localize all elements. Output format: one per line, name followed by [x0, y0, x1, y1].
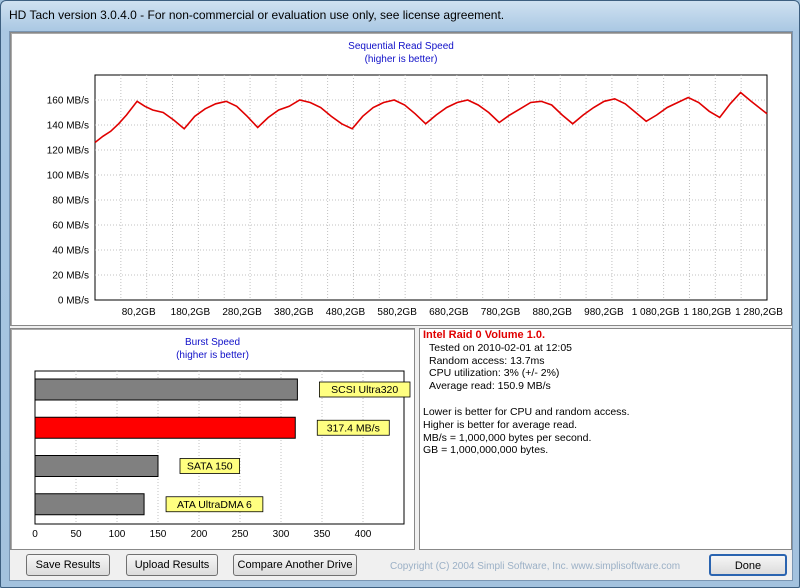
burst-bar-label: SCSI Ultra320	[331, 384, 398, 396]
y-tick-label: 160 MB/s	[47, 96, 89, 107]
burst-x-tick-label: 50	[70, 529, 82, 540]
y-tick-label: 140 MB/s	[47, 121, 89, 132]
copyright-text: Copyright (C) 2004 Simpli Software, Inc.…	[390, 561, 681, 572]
burst-speed-chart: 0 50 100 150 200 250 300 350 400 SCSI Ultra320 317…	[32, 370, 411, 540]
y-tick-label: 60 MB/s	[52, 221, 89, 232]
x-tick-label: 480,2GB	[326, 307, 366, 318]
burst-x-tick-label: 0	[32, 529, 38, 540]
tested-date: Tested on 2010-02-01 at 12:05	[429, 341, 573, 354]
x-tick-label: 380,2GB	[274, 307, 314, 318]
x-tick-label: 1 080,2GB	[632, 307, 680, 318]
upload-results-button[interactable]: Upload Results	[126, 554, 218, 576]
y-tick-label: 40 MB/s	[52, 246, 89, 257]
done-button[interactable]: Done	[709, 554, 787, 576]
burst-bar	[34, 493, 145, 516]
sequential-read-panel: Sequential Read Speed (higher is better)…	[10, 32, 792, 326]
app-window: HD Tach version 3.0.4.0 - For non-commer…	[0, 0, 800, 588]
y-tick-label: 120 MB/s	[47, 146, 89, 157]
burst-bar	[34, 455, 159, 477]
burst-x-tick-label: 250	[232, 529, 249, 540]
save-results-button[interactable]: Save Results	[26, 554, 110, 576]
title-bar[interactable]: HD Tach version 3.0.4.0 - For non-commer…	[1, 1, 799, 31]
y-tick-label: 0 MB/s	[58, 296, 89, 307]
x-tick-label: 280,2GB	[222, 307, 262, 318]
drive-name: Intel Raid 0 Volume 1.0.	[423, 329, 546, 341]
note-line: GB = 1,000,000,000 bytes.	[423, 444, 549, 457]
burst-bar	[34, 378, 298, 401]
burst-bar-label: ATA UltraDMA 6	[177, 499, 252, 511]
burst-x-tick-label: 200	[191, 529, 208, 540]
x-tick-label: 180,2GB	[171, 307, 211, 318]
x-tick-label: 580,2GB	[377, 307, 417, 318]
y-tick-label: 100 MB/s	[47, 171, 89, 182]
burst-x-tick-label: 350	[314, 529, 331, 540]
x-tick-label: 980,2GB	[584, 307, 624, 318]
x-tick-label: 780,2GB	[481, 307, 521, 318]
client-area: Sequential Read Speed (higher is better)…	[9, 31, 793, 581]
x-tick-label: 680,2GB	[429, 307, 469, 318]
x-tick-label: 1 280,2GB	[735, 307, 783, 318]
burst-bar	[34, 416, 296, 439]
y-tick-label: 20 MB/s	[52, 271, 89, 282]
x-tick-label: 880,2GB	[532, 307, 572, 318]
burst-x-tick-label: 150	[150, 529, 167, 540]
note-line: MB/s = 1,000,000 bytes per second.	[423, 431, 592, 444]
window-title: HD Tach version 3.0.4.0 - For non-commer…	[9, 8, 505, 22]
burst-x-tick-label: 100	[109, 529, 126, 540]
burst-bar-label: 317.4 MB/s	[327, 422, 380, 434]
y-tick-label: 80 MB/s	[52, 196, 89, 207]
random-access: Random access: 13.7ms	[429, 354, 545, 367]
note-line: Higher is better for average read.	[423, 418, 578, 431]
drive-info-panel: Intel Raid 0 Volume 1.0. Tested on 2010-…	[419, 328, 792, 550]
burst-speed-panel: Burst Speed (higher is better) 0 50 100 150…	[10, 328, 415, 550]
average-read: Average read: 150.9 MB/s	[429, 380, 551, 393]
compare-drive-button[interactable]: Compare Another Drive	[233, 554, 357, 576]
burst-x-tick-label: 300	[273, 529, 290, 540]
note-line: Lower is better for CPU and random acces…	[423, 405, 630, 418]
x-tick-label: 1 180,2GB	[683, 307, 731, 318]
sequential-read-chart: 0 MB/s 20 MB/s 40 MB/s 60 MB/s 80 MB/s 100 MB…	[47, 74, 783, 318]
burst-bar-label: SATA 150	[187, 461, 233, 473]
x-tick-label: 80,2GB	[122, 307, 156, 318]
burst-x-tick-label: 400	[355, 529, 372, 540]
cpu-utilization: CPU utilization: 3% (+/- 2%)	[429, 367, 560, 380]
